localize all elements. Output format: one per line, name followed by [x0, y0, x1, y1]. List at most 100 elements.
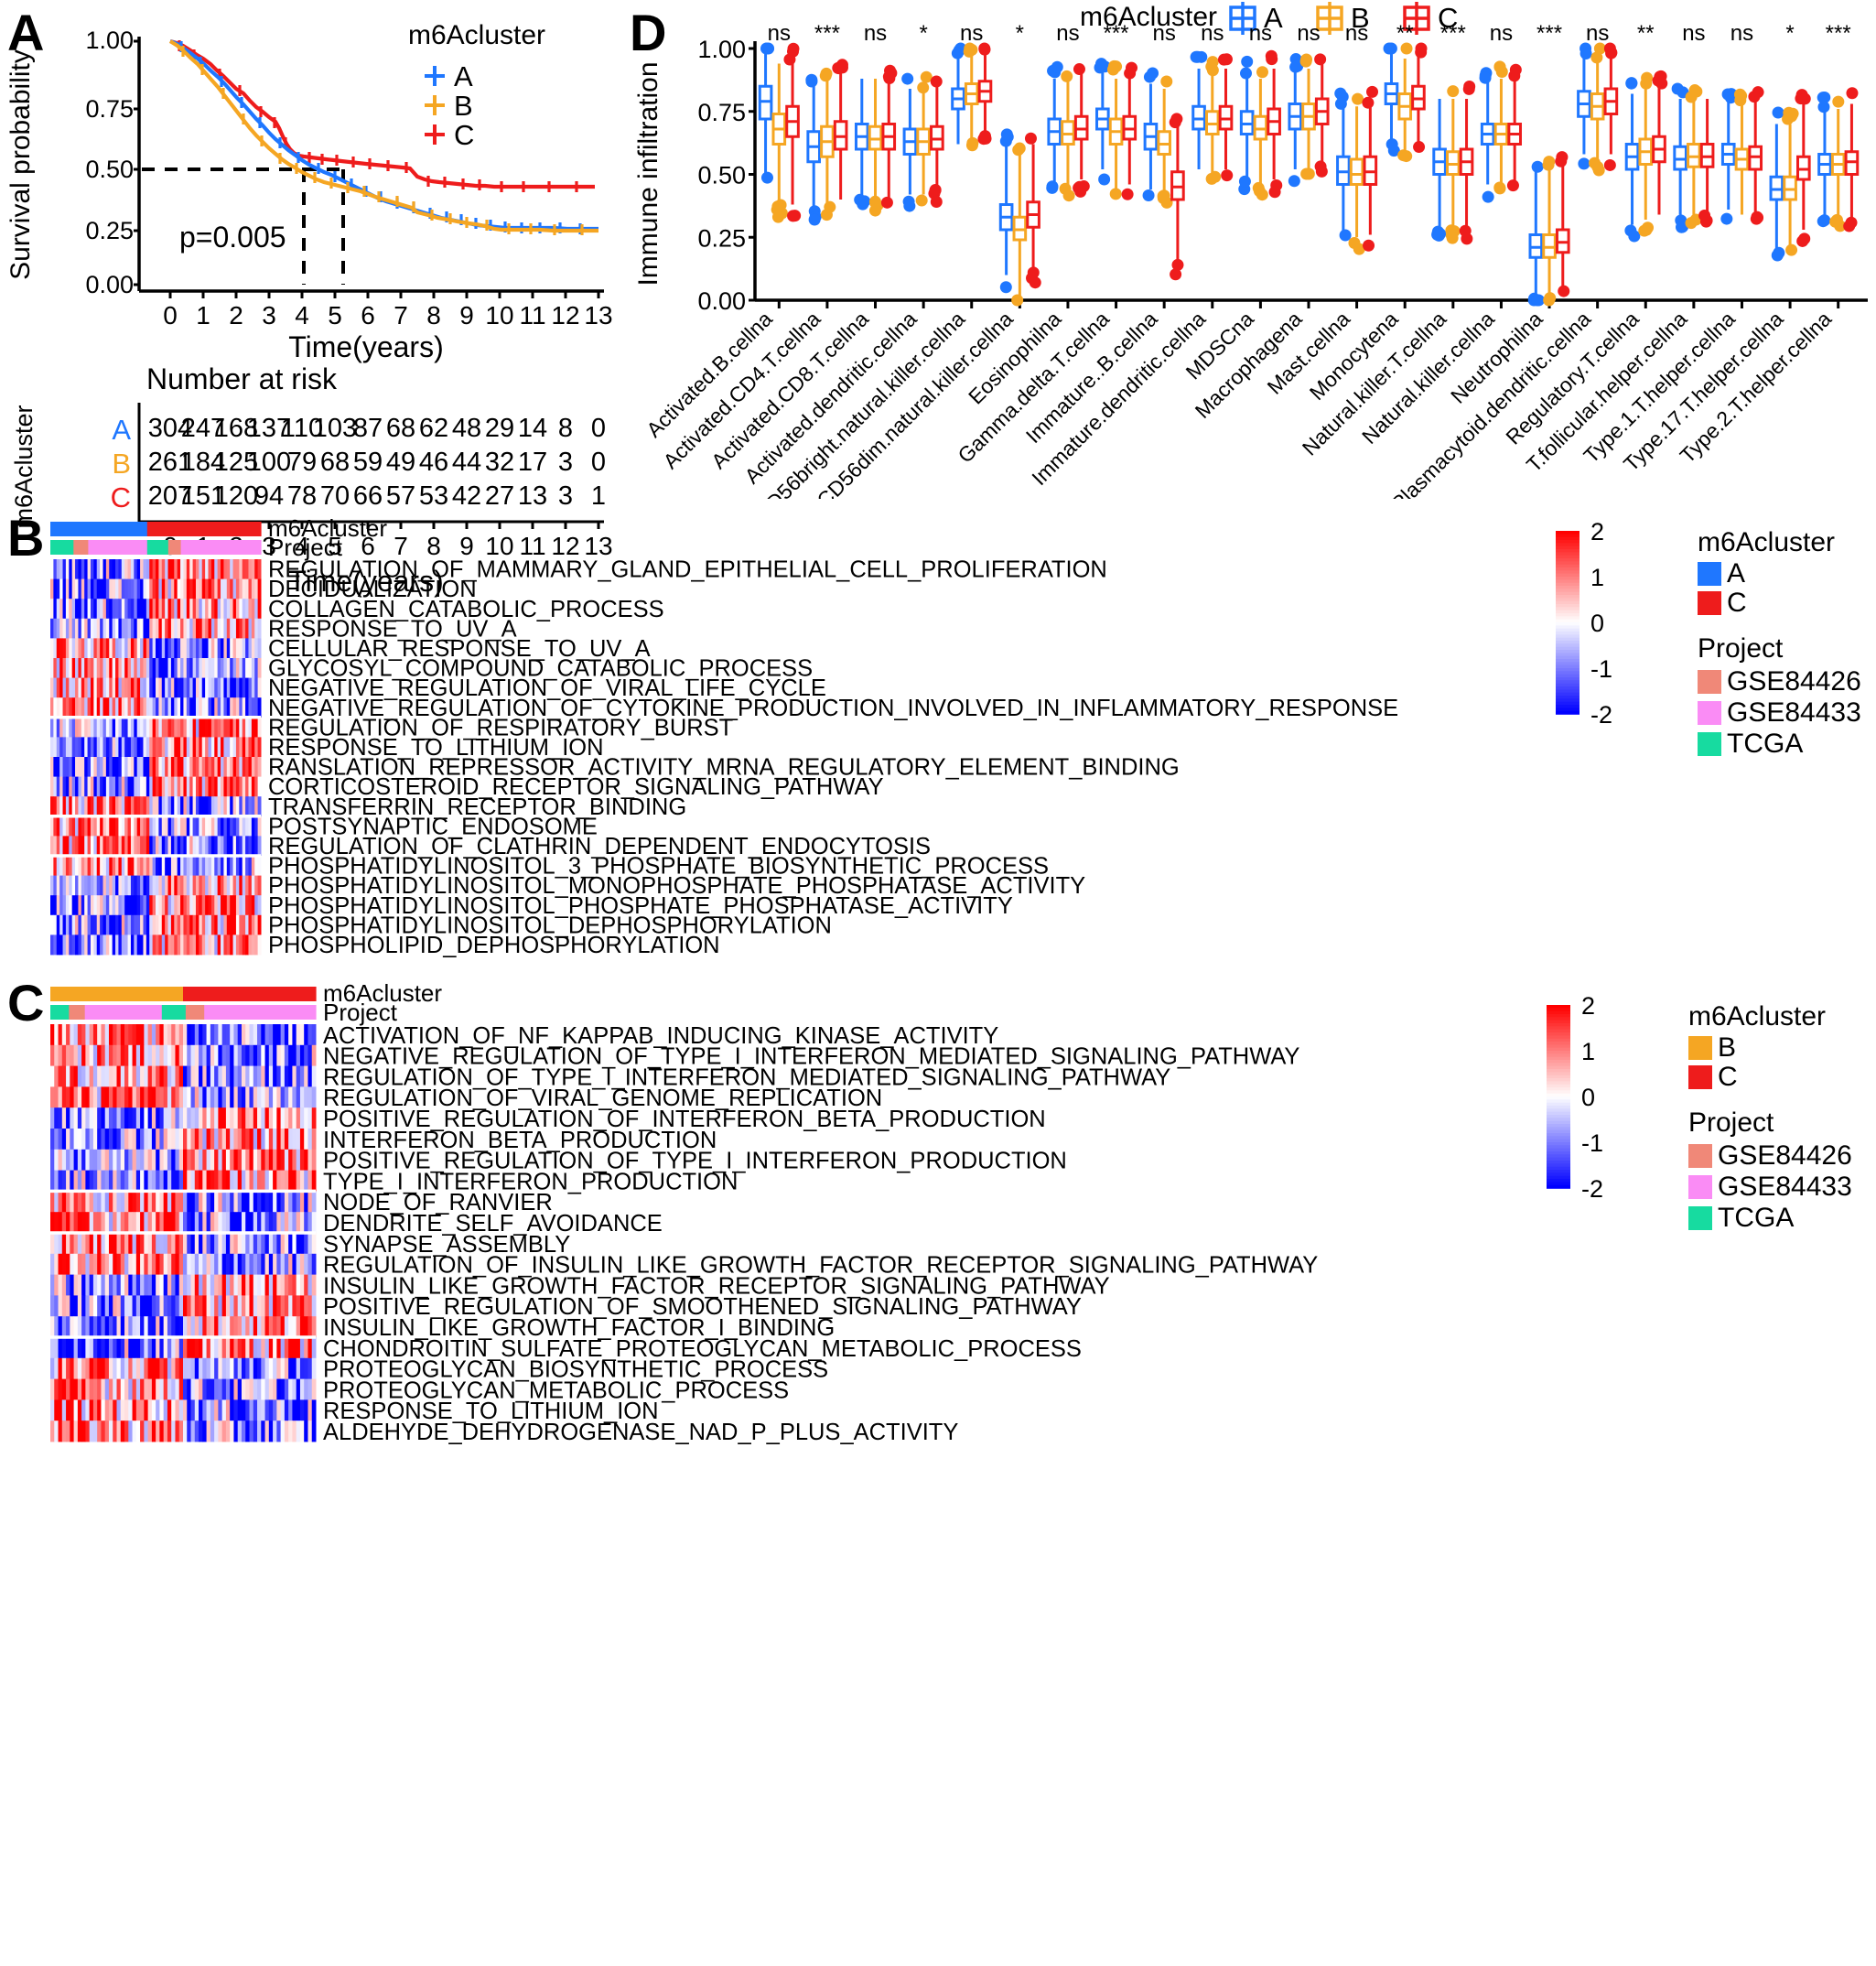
colorbar-tick: 0 — [1581, 1084, 1595, 1111]
heatmap-cell — [242, 599, 246, 620]
heatmap-cell — [87, 816, 92, 837]
heatmap-cell — [189, 697, 194, 718]
heatmap-cell — [120, 1378, 125, 1400]
legend-label: TCGA — [1718, 1203, 1794, 1233]
heatmap-cell — [299, 1191, 305, 1213]
heatmap-cell — [101, 1420, 106, 1442]
boxplot-b — [1782, 106, 1799, 256]
heatmap-cell — [208, 934, 212, 956]
heatmap-cell — [109, 796, 113, 817]
heatmap-cell — [268, 1170, 274, 1192]
heatmap-cell — [167, 697, 172, 718]
heatmap-cell — [61, 1129, 67, 1150]
heatmap-cell — [288, 1191, 293, 1213]
heatmap-cell — [70, 1233, 75, 1255]
svg-text:3: 3 — [262, 301, 276, 329]
heatmap-cell — [121, 757, 125, 777]
heatmap-cell — [53, 934, 58, 956]
heatmap-cell — [248, 599, 253, 620]
heatmap-cell — [273, 1212, 277, 1234]
heatmap-cell — [206, 1274, 211, 1296]
heatmap-cell — [50, 1233, 55, 1255]
heatmap-cell — [136, 638, 141, 659]
heatmap-cell — [59, 816, 64, 837]
heatmap-cell — [276, 1107, 282, 1129]
heatmap-cell — [214, 1274, 219, 1296]
heatmap-cell — [237, 1129, 243, 1150]
heatmap-cell — [249, 1044, 254, 1066]
heatmap-cell — [134, 816, 138, 837]
heatmap-cell — [101, 1212, 106, 1234]
heatmap-cell — [85, 1065, 91, 1087]
heatmap-cell — [174, 599, 178, 620]
heatmap-cell — [304, 1107, 308, 1129]
heatmap-cell — [112, 796, 116, 817]
heatmap-cell — [113, 1274, 117, 1296]
heatmap-cell — [195, 658, 199, 678]
heatmap-cell — [183, 717, 188, 738]
heatmap-cell — [214, 1044, 219, 1066]
heatmap-cell — [210, 717, 215, 738]
heatmap-cell — [178, 1212, 184, 1234]
heatmap-cell — [135, 1337, 141, 1359]
heatmap-cell — [75, 578, 79, 600]
heatmap-cell — [245, 638, 249, 659]
heatmap-cell — [92, 1086, 98, 1108]
heatmap-cell — [118, 816, 123, 837]
heatmap-cell — [245, 658, 249, 678]
heatmap-cell — [77, 1420, 82, 1442]
heatmap-cell — [58, 1024, 63, 1046]
heatmap-cell — [245, 1399, 250, 1421]
heatmap-cell — [284, 1149, 289, 1171]
heatmap-cell — [221, 578, 224, 600]
heatmap-cell — [152, 578, 156, 600]
heatmap-cell — [108, 1378, 113, 1400]
heatmap-cell — [170, 856, 175, 876]
heatmap-cell — [84, 776, 89, 797]
heatmap-cell — [248, 895, 253, 916]
heatmap-cell — [66, 1107, 70, 1129]
heatmap-cell — [112, 578, 116, 600]
heatmap-cell — [102, 599, 107, 620]
outlier-point — [1339, 229, 1352, 242]
heatmap-cell — [146, 578, 150, 600]
heatmap-cell — [210, 796, 215, 817]
heatmap-cell — [171, 1065, 176, 1087]
heatmap-cell — [230, 1274, 234, 1296]
heatmap-cell — [105, 638, 110, 659]
heatmap-cell — [158, 638, 163, 659]
heatmap-cell — [65, 934, 70, 956]
heatmap-cell — [121, 856, 125, 876]
heatmap-cell — [187, 1024, 192, 1046]
heatmap-cell — [56, 796, 60, 817]
heatmap-cell — [140, 599, 144, 620]
heatmap-cell — [152, 875, 156, 896]
svg-text:10: 10 — [485, 301, 513, 329]
heatmap-cell — [268, 1107, 274, 1129]
outlier-point — [1363, 239, 1375, 252]
heatmap-cell — [140, 1044, 145, 1066]
heatmap-cell — [292, 1295, 297, 1317]
heatmap-cell — [230, 1316, 234, 1338]
heatmap-cell — [143, 599, 147, 620]
heatmap-cell — [202, 1107, 208, 1129]
heatmap-cell — [93, 836, 98, 857]
heatmap-cell — [239, 697, 243, 718]
heatmap-cell — [116, 1191, 122, 1213]
heatmap-cell — [174, 816, 178, 837]
heatmap-cell — [156, 1107, 160, 1129]
heatmap-cell — [217, 658, 221, 678]
heatmap-cell — [288, 1212, 293, 1234]
heatmap-cell — [201, 875, 206, 896]
heatmap-cell — [205, 934, 209, 956]
heatmap-cell — [93, 757, 98, 777]
heatmap-cell — [136, 658, 141, 678]
heatmap-cell — [118, 914, 123, 935]
boxplot-b — [1493, 60, 1509, 195]
heatmap-cell — [210, 658, 215, 678]
heatmap-cell — [241, 1316, 246, 1338]
heatmap-cell — [104, 1107, 110, 1129]
heatmap-cell — [210, 1399, 215, 1421]
heatmap-cell — [167, 1024, 172, 1046]
heatmap-cell — [288, 1357, 293, 1379]
